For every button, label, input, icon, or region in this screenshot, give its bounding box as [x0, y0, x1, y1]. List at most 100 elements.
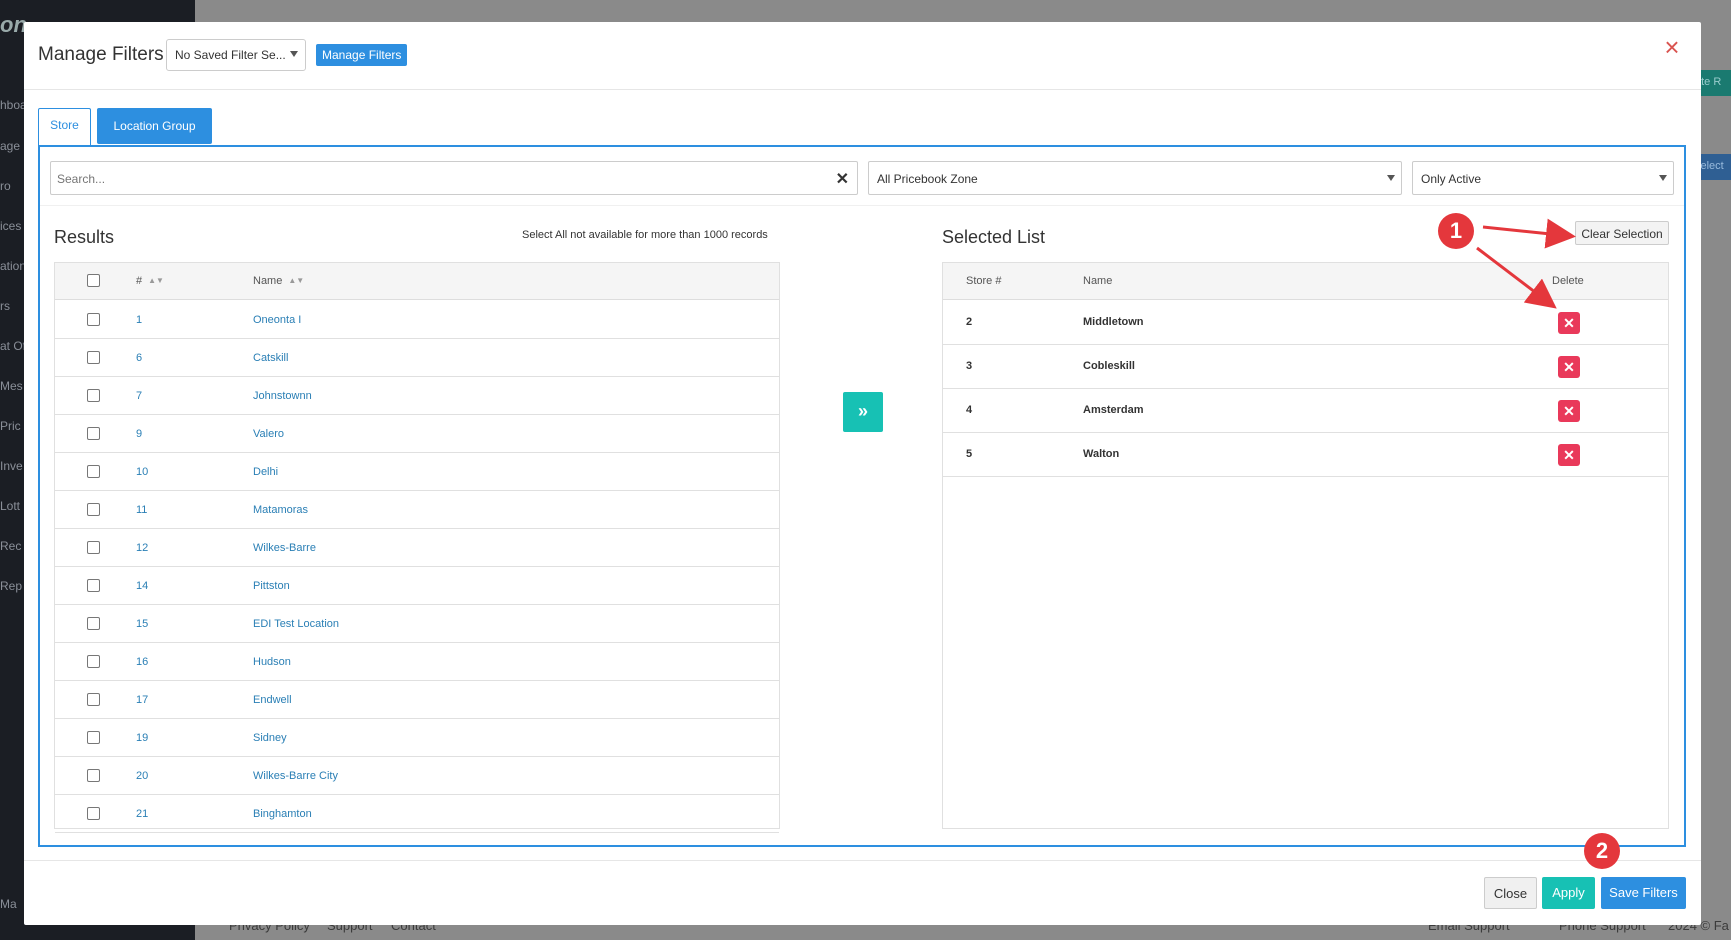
row-name-link[interactable]: Johnstownn — [253, 390, 312, 402]
table-row[interactable]: 12 Wilkes-Barre — [55, 529, 779, 567]
row-checkbox[interactable] — [87, 579, 100, 592]
save-filters-button[interactable]: Save Filters — [1601, 877, 1686, 909]
sort-icon: ▲▼ — [148, 276, 164, 285]
clear-search-icon[interactable]: ✕ — [836, 169, 849, 189]
row-name-link[interactable]: Sidney — [253, 732, 287, 744]
saved-filter-select[interactable]: No Saved Filter Se... — [166, 39, 306, 71]
row-number[interactable]: 16 — [136, 656, 148, 668]
row-name-link[interactable]: Oneonta I — [253, 314, 301, 326]
tab-store[interactable]: Store — [38, 108, 91, 146]
background-sidebar-item: ro — [0, 179, 11, 193]
row-name-link[interactable]: Matamoras — [253, 504, 308, 516]
row-number[interactable]: 9 — [136, 428, 142, 440]
row-name-link[interactable]: Endwell — [253, 694, 292, 706]
close-button[interactable]: Close — [1484, 877, 1537, 909]
table-row[interactable]: 9 Valero — [55, 415, 779, 453]
table-row[interactable]: 17 Endwell — [55, 681, 779, 719]
row-checkbox[interactable] — [87, 807, 100, 820]
table-row[interactable]: 7 Johnstownn — [55, 377, 779, 415]
callout-1: 1 — [1438, 213, 1474, 249]
table-row[interactable]: 6 Catskill — [55, 339, 779, 377]
row-checkbox[interactable] — [87, 389, 100, 402]
column-header-store: Store # — [966, 275, 1002, 287]
column-header-number[interactable]: # ▲▼ — [136, 275, 164, 287]
table-row[interactable]: 14 Pittston — [55, 567, 779, 605]
close-icon[interactable]: × — [1661, 34, 1683, 60]
row-name-link[interactable]: Wilkes-Barre City — [253, 770, 338, 782]
row-number[interactable]: 20 — [136, 770, 148, 782]
table-row[interactable]: 1 Oneonta I — [55, 301, 779, 339]
table-row[interactable]: 16 Hudson — [55, 643, 779, 681]
row-name-link[interactable]: EDI Test Location — [253, 618, 339, 630]
delete-icon[interactable]: ✕ — [1558, 400, 1580, 422]
status-select[interactable]: Only Active — [1412, 161, 1674, 195]
clear-selection-button[interactable]: Clear Selection — [1575, 221, 1669, 245]
row-checkbox[interactable] — [87, 769, 100, 782]
row-number[interactable]: 14 — [136, 580, 148, 592]
row-checkbox[interactable] — [87, 465, 100, 478]
selected-store-name: Amsterdam — [1083, 404, 1144, 416]
row-checkbox[interactable] — [87, 313, 100, 326]
row-number[interactable]: 7 — [136, 390, 142, 402]
row-checkbox[interactable] — [87, 541, 100, 554]
row-name-link[interactable]: Catskill — [253, 352, 288, 364]
background-sidebar-item: hboa — [0, 98, 27, 112]
row-number[interactable]: 12 — [136, 542, 148, 554]
column-header-name: Name — [1083, 275, 1113, 287]
row-name-link[interactable]: Wilkes-Barre — [253, 542, 316, 554]
row-name-link[interactable]: Delhi — [253, 466, 278, 478]
row-checkbox[interactable] — [87, 693, 100, 706]
selected-store-number: 2 — [966, 316, 973, 328]
table-row[interactable]: 21 Binghamton — [55, 795, 779, 833]
selected-store-name: Cobleskill — [1083, 360, 1135, 372]
row-checkbox[interactable] — [87, 731, 100, 744]
row-checkbox[interactable] — [87, 617, 100, 630]
row-number[interactable]: 17 — [136, 694, 148, 706]
table-row[interactable]: 20 Wilkes-Barre City — [55, 757, 779, 795]
selected-row: 2 Middletown ✕ — [943, 301, 1668, 345]
results-title: Results — [54, 227, 115, 247]
row-number[interactable]: 19 — [136, 732, 148, 744]
table-row[interactable]: 10 Delhi — [55, 453, 779, 491]
row-checkbox[interactable] — [87, 503, 100, 516]
modal-header: Manage Filters No Saved Filter Se... Man… — [24, 22, 1701, 90]
callout-2: 2 — [1584, 833, 1620, 869]
search-input[interactable] — [57, 168, 817, 190]
row-name-link[interactable]: Pittston — [253, 580, 290, 592]
row-name-link[interactable]: Valero — [253, 428, 284, 440]
row-name-link[interactable]: Binghamton — [253, 808, 312, 820]
select-all-checkbox[interactable] — [87, 274, 100, 287]
sort-icon: ▲▼ — [288, 276, 305, 285]
move-to-selected-button[interactable]: » — [843, 392, 883, 432]
table-row[interactable]: 11 Matamoras — [55, 491, 779, 529]
row-checkbox[interactable] — [87, 427, 100, 440]
delete-icon[interactable]: ✕ — [1558, 356, 1580, 378]
results-table-header: # ▲▼ Name ▲▼ — [55, 263, 779, 300]
row-checkbox[interactable] — [87, 351, 100, 364]
table-row[interactable]: 19 Sidney — [55, 719, 779, 757]
row-number[interactable]: 15 — [136, 618, 148, 630]
modal-title: Manage Filters — [38, 44, 164, 65]
table-row[interactable]: 15 EDI Test Location — [55, 605, 779, 643]
background-sidebar-item: age — [0, 139, 21, 153]
row-number[interactable]: 1 — [136, 314, 142, 326]
background-sidebar-item: Ma — [0, 897, 17, 911]
apply-button[interactable]: Apply — [1542, 877, 1595, 909]
pricebook-zone-select[interactable]: All Pricebook Zone — [868, 161, 1402, 195]
caret-down-icon — [1387, 175, 1395, 181]
selected-store-number: 5 — [966, 448, 973, 460]
row-checkbox[interactable] — [87, 655, 100, 668]
divider — [40, 205, 1684, 206]
column-header-name[interactable]: Name ▲▼ — [253, 275, 304, 287]
row-number[interactable]: 11 — [136, 504, 147, 516]
search-box: ✕ — [50, 161, 858, 195]
row-number[interactable]: 10 — [136, 466, 148, 478]
row-name-link[interactable]: Hudson — [253, 656, 291, 668]
row-number[interactable]: 21 — [136, 808, 148, 820]
tab-location-group[interactable]: Location Group — [97, 108, 212, 144]
delete-icon[interactable]: ✕ — [1558, 444, 1580, 466]
row-number[interactable]: 6 — [136, 352, 142, 364]
delete-icon[interactable]: ✕ — [1558, 312, 1580, 334]
selected-table-header: Store # Name Delete — [943, 263, 1668, 300]
manage-filters-button[interactable]: Manage Filters — [316, 44, 408, 66]
